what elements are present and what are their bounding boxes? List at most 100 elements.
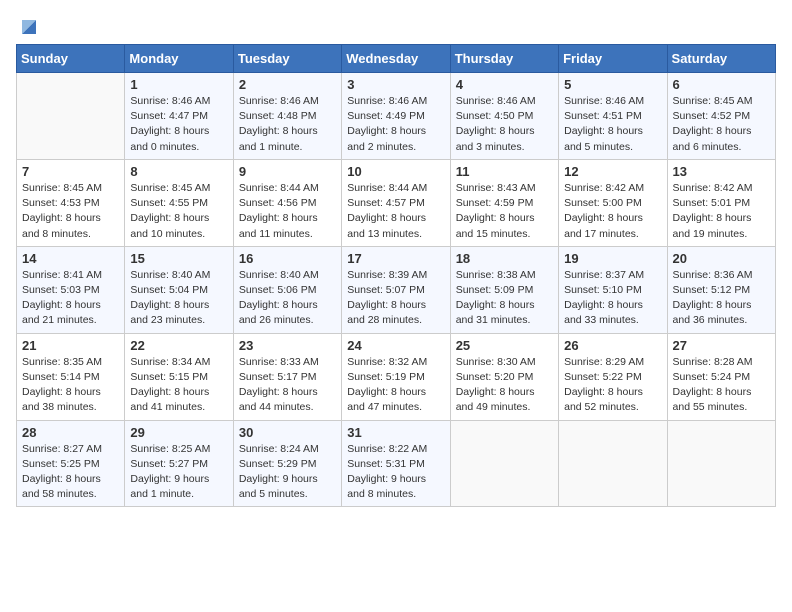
sunset-text: Sunset: 4:48 PM — [239, 110, 317, 122]
day-info: Sunrise: 8:46 AM Sunset: 4:48 PM Dayligh… — [239, 94, 336, 155]
day-number: 23 — [239, 338, 336, 353]
sunset-text: Sunset: 4:49 PM — [347, 110, 425, 122]
calendar-cell: 9 Sunrise: 8:44 AM Sunset: 4:56 PM Dayli… — [233, 159, 341, 246]
weekday-header: Friday — [559, 45, 667, 73]
sunset-text: Sunset: 5:19 PM — [347, 371, 425, 383]
day-info: Sunrise: 8:34 AM Sunset: 5:15 PM Dayligh… — [130, 355, 227, 416]
daylight-text: Daylight: 9 hours and 8 minutes. — [347, 473, 426, 500]
calendar-cell: 15 Sunrise: 8:40 AM Sunset: 5:04 PM Dayl… — [125, 246, 233, 333]
calendar-cell — [17, 73, 125, 160]
daylight-text: Daylight: 8 hours and 6 minutes. — [673, 125, 752, 152]
sunset-text: Sunset: 5:15 PM — [130, 371, 208, 383]
sunrise-text: Sunrise: 8:25 AM — [130, 443, 210, 455]
day-info: Sunrise: 8:36 AM Sunset: 5:12 PM Dayligh… — [673, 268, 770, 329]
daylight-text: Daylight: 8 hours and 1 minute. — [239, 125, 318, 152]
sunrise-text: Sunrise: 8:35 AM — [22, 356, 102, 368]
day-number: 11 — [456, 164, 553, 179]
daylight-text: Daylight: 8 hours and 38 minutes. — [22, 386, 101, 413]
sunrise-text: Sunrise: 8:38 AM — [456, 269, 536, 281]
calendar-cell: 25 Sunrise: 8:30 AM Sunset: 5:20 PM Dayl… — [450, 333, 558, 420]
logo — [16, 16, 40, 36]
sunset-text: Sunset: 5:20 PM — [456, 371, 534, 383]
sunset-text: Sunset: 5:27 PM — [130, 458, 208, 470]
day-number: 2 — [239, 77, 336, 92]
sunset-text: Sunset: 5:07 PM — [347, 284, 425, 296]
weekday-header-row: SundayMondayTuesdayWednesdayThursdayFrid… — [17, 45, 776, 73]
daylight-text: Daylight: 8 hours and 44 minutes. — [239, 386, 318, 413]
day-info: Sunrise: 8:35 AM Sunset: 5:14 PM Dayligh… — [22, 355, 119, 416]
calendar-cell: 31 Sunrise: 8:22 AM Sunset: 5:31 PM Dayl… — [342, 420, 450, 507]
day-number: 7 — [22, 164, 119, 179]
day-info: Sunrise: 8:39 AM Sunset: 5:07 PM Dayligh… — [347, 268, 444, 329]
daylight-text: Daylight: 8 hours and 5 minutes. — [564, 125, 643, 152]
daylight-text: Daylight: 8 hours and 49 minutes. — [456, 386, 535, 413]
sunrise-text: Sunrise: 8:45 AM — [673, 95, 753, 107]
daylight-text: Daylight: 8 hours and 52 minutes. — [564, 386, 643, 413]
sunrise-text: Sunrise: 8:45 AM — [130, 182, 210, 194]
daylight-text: Daylight: 8 hours and 55 minutes. — [673, 386, 752, 413]
weekday-header: Monday — [125, 45, 233, 73]
calendar-cell: 19 Sunrise: 8:37 AM Sunset: 5:10 PM Dayl… — [559, 246, 667, 333]
calendar-week-row: 7 Sunrise: 8:45 AM Sunset: 4:53 PM Dayli… — [17, 159, 776, 246]
sunset-text: Sunset: 5:29 PM — [239, 458, 317, 470]
day-number: 18 — [456, 251, 553, 266]
calendar-week-row: 28 Sunrise: 8:27 AM Sunset: 5:25 PM Dayl… — [17, 420, 776, 507]
calendar-cell: 22 Sunrise: 8:34 AM Sunset: 5:15 PM Dayl… — [125, 333, 233, 420]
day-info: Sunrise: 8:28 AM Sunset: 5:24 PM Dayligh… — [673, 355, 770, 416]
daylight-text: Daylight: 8 hours and 26 minutes. — [239, 299, 318, 326]
weekday-header: Sunday — [17, 45, 125, 73]
calendar-table: SundayMondayTuesdayWednesdayThursdayFrid… — [16, 44, 776, 507]
sunrise-text: Sunrise: 8:46 AM — [239, 95, 319, 107]
daylight-text: Daylight: 8 hours and 23 minutes. — [130, 299, 209, 326]
daylight-text: Daylight: 8 hours and 0 minutes. — [130, 125, 209, 152]
sunrise-text: Sunrise: 8:46 AM — [130, 95, 210, 107]
sunrise-text: Sunrise: 8:34 AM — [130, 356, 210, 368]
day-info: Sunrise: 8:46 AM Sunset: 4:50 PM Dayligh… — [456, 94, 553, 155]
sunset-text: Sunset: 5:31 PM — [347, 458, 425, 470]
calendar-cell: 17 Sunrise: 8:39 AM Sunset: 5:07 PM Dayl… — [342, 246, 450, 333]
weekday-header: Wednesday — [342, 45, 450, 73]
sunrise-text: Sunrise: 8:46 AM — [564, 95, 644, 107]
sunset-text: Sunset: 5:09 PM — [456, 284, 534, 296]
sunrise-text: Sunrise: 8:42 AM — [673, 182, 753, 194]
calendar-cell — [559, 420, 667, 507]
day-info: Sunrise: 8:44 AM Sunset: 4:56 PM Dayligh… — [239, 181, 336, 242]
day-info: Sunrise: 8:44 AM Sunset: 4:57 PM Dayligh… — [347, 181, 444, 242]
day-info: Sunrise: 8:24 AM Sunset: 5:29 PM Dayligh… — [239, 442, 336, 503]
day-info: Sunrise: 8:38 AM Sunset: 5:09 PM Dayligh… — [456, 268, 553, 329]
weekday-header: Tuesday — [233, 45, 341, 73]
day-info: Sunrise: 8:41 AM Sunset: 5:03 PM Dayligh… — [22, 268, 119, 329]
sunset-text: Sunset: 5:04 PM — [130, 284, 208, 296]
daylight-text: Daylight: 8 hours and 41 minutes. — [130, 386, 209, 413]
sunset-text: Sunset: 4:55 PM — [130, 197, 208, 209]
calendar-cell: 10 Sunrise: 8:44 AM Sunset: 4:57 PM Dayl… — [342, 159, 450, 246]
sunset-text: Sunset: 5:12 PM — [673, 284, 751, 296]
day-number: 29 — [130, 425, 227, 440]
day-number: 31 — [347, 425, 444, 440]
daylight-text: Daylight: 8 hours and 21 minutes. — [22, 299, 101, 326]
calendar-cell: 14 Sunrise: 8:41 AM Sunset: 5:03 PM Dayl… — [17, 246, 125, 333]
sunrise-text: Sunrise: 8:28 AM — [673, 356, 753, 368]
sunrise-text: Sunrise: 8:40 AM — [239, 269, 319, 281]
daylight-text: Daylight: 8 hours and 36 minutes. — [673, 299, 752, 326]
sunset-text: Sunset: 5:03 PM — [22, 284, 100, 296]
day-number: 10 — [347, 164, 444, 179]
sunset-text: Sunset: 5:25 PM — [22, 458, 100, 470]
daylight-text: Daylight: 8 hours and 58 minutes. — [22, 473, 101, 500]
sunset-text: Sunset: 5:00 PM — [564, 197, 642, 209]
daylight-text: Daylight: 8 hours and 47 minutes. — [347, 386, 426, 413]
day-info: Sunrise: 8:46 AM Sunset: 4:47 PM Dayligh… — [130, 94, 227, 155]
day-info: Sunrise: 8:45 AM Sunset: 4:55 PM Dayligh… — [130, 181, 227, 242]
sunrise-text: Sunrise: 8:36 AM — [673, 269, 753, 281]
day-info: Sunrise: 8:45 AM Sunset: 4:52 PM Dayligh… — [673, 94, 770, 155]
calendar-cell: 4 Sunrise: 8:46 AM Sunset: 4:50 PM Dayli… — [450, 73, 558, 160]
sunset-text: Sunset: 5:17 PM — [239, 371, 317, 383]
sunset-text: Sunset: 5:06 PM — [239, 284, 317, 296]
day-number: 30 — [239, 425, 336, 440]
weekday-header: Saturday — [667, 45, 775, 73]
daylight-text: Daylight: 8 hours and 8 minutes. — [22, 212, 101, 239]
daylight-text: Daylight: 8 hours and 31 minutes. — [456, 299, 535, 326]
day-info: Sunrise: 8:30 AM Sunset: 5:20 PM Dayligh… — [456, 355, 553, 416]
day-info: Sunrise: 8:32 AM Sunset: 5:19 PM Dayligh… — [347, 355, 444, 416]
sunset-text: Sunset: 5:14 PM — [22, 371, 100, 383]
